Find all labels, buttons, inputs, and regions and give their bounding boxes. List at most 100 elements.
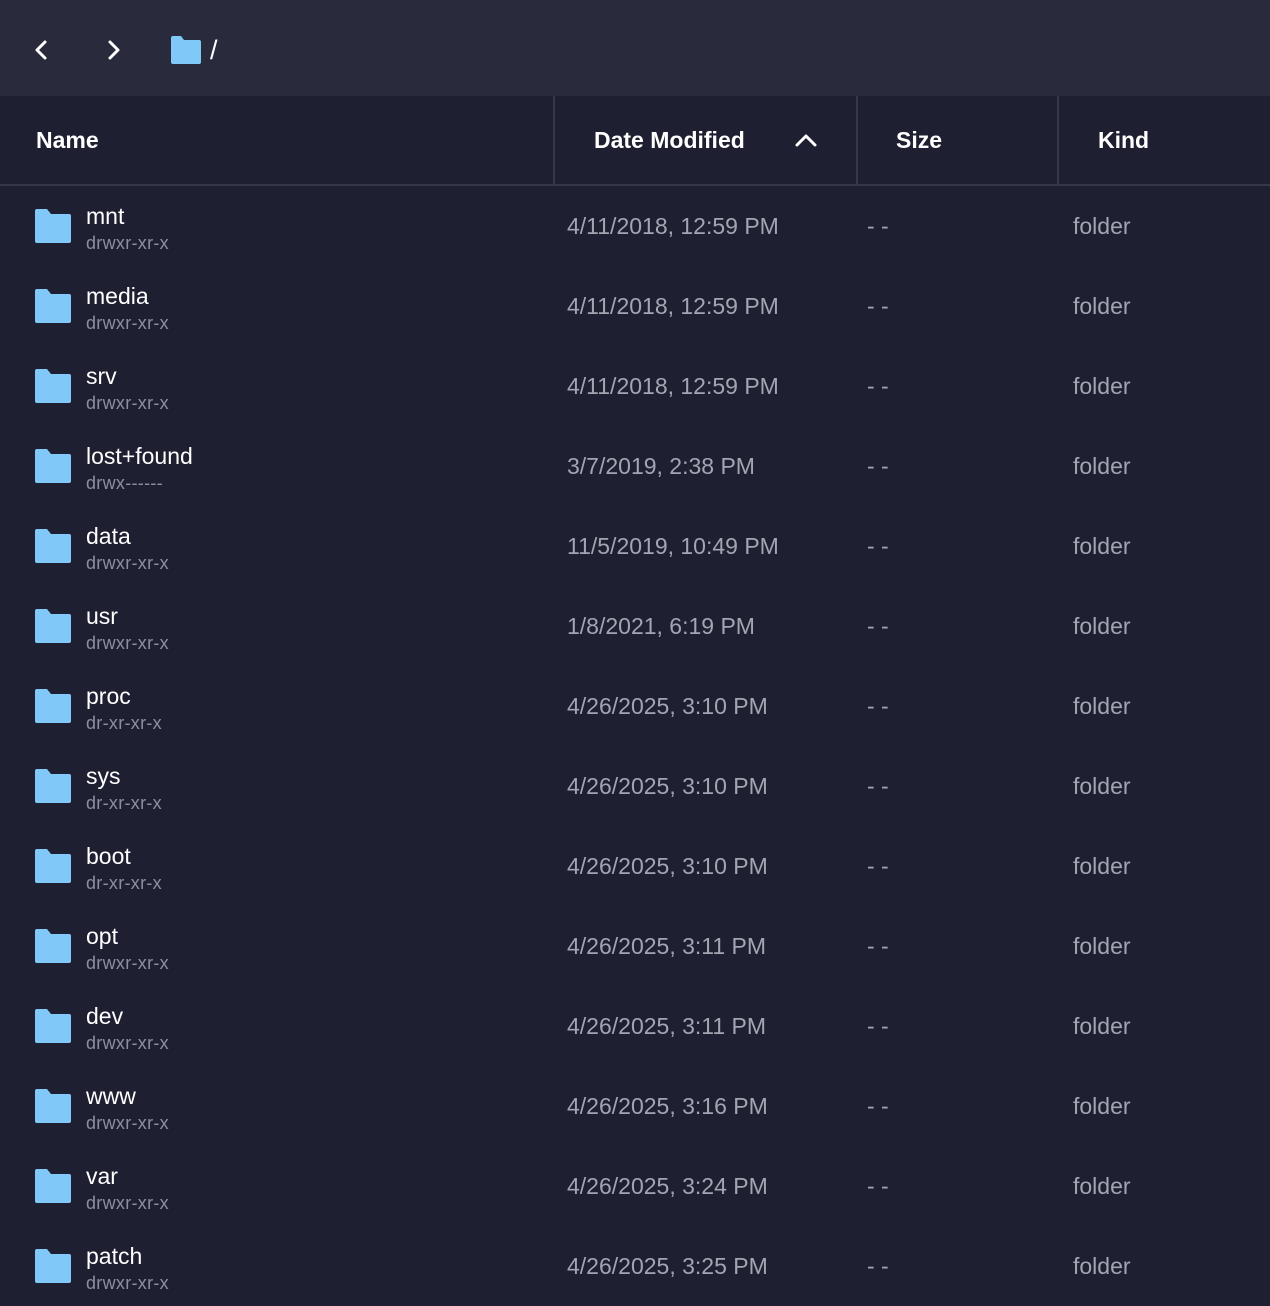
file-size: - - (867, 933, 889, 959)
folder-icon (35, 449, 71, 483)
chevron-right-icon (108, 40, 120, 60)
file-name: www (86, 1083, 136, 1109)
file-kind: folder (1073, 1013, 1131, 1039)
file-permissions: drwxr-xr-x (86, 233, 169, 253)
file-row[interactable]: mnt drwxr-xr-x 4/11/2018, 12:59 PM - - folde… (0, 186, 1270, 266)
file-size: - - (867, 533, 889, 559)
forward-button[interactable] (98, 34, 130, 66)
file-permissions: drwxr-xr-x (86, 393, 169, 413)
file-permissions: drwx------ (86, 473, 163, 493)
file-row[interactable]: lost+found drwx------ 3/7/2019, 2:38 PM - -… (0, 426, 1270, 506)
file-permissions: dr-xr-xr-x (86, 873, 162, 893)
file-row[interactable]: opt drwxr-xr-x 4/26/2025, 3:11 PM - - folder (0, 906, 1270, 986)
folder-icon (35, 209, 71, 243)
file-permissions: drwxr-xr-x (86, 633, 169, 653)
file-kind: folder (1073, 213, 1131, 239)
folder-icon (35, 929, 71, 963)
file-kind: folder (1073, 773, 1131, 799)
chevron-up-icon[interactable] (794, 130, 818, 150)
file-size: - - (867, 213, 889, 239)
file-size: - - (867, 373, 889, 399)
file-date-modified: 3/7/2019, 2:38 PM (567, 453, 755, 479)
back-button[interactable] (25, 34, 57, 66)
file-kind: folder (1073, 453, 1131, 479)
file-date-modified: 4/26/2025, 3:10 PM (567, 853, 768, 879)
file-size: - - (867, 1013, 889, 1039)
file-kind: folder (1073, 1093, 1131, 1119)
file-date-modified: 4/11/2018, 12:59 PM (567, 293, 779, 319)
file-size: - - (867, 293, 889, 319)
file-size: - - (867, 773, 889, 799)
file-row[interactable]: proc dr-xr-xr-x 4/26/2025, 3:10 PM - - folde… (0, 666, 1270, 746)
file-kind: folder (1073, 933, 1131, 959)
file-name: proc (86, 683, 131, 709)
file-name: patch (86, 1243, 143, 1269)
folder-icon (35, 1089, 71, 1123)
file-row[interactable]: media drwxr-xr-x 4/11/2018, 12:59 PM - - fol… (0, 266, 1270, 346)
file-name: mnt (86, 203, 125, 229)
column-divider[interactable] (856, 96, 858, 184)
chevron-left-icon (35, 40, 47, 60)
file-size: - - (867, 453, 889, 479)
folder-icon (35, 849, 71, 883)
file-name: lost+found (86, 443, 193, 469)
file-date-modified: 4/26/2025, 3:11 PM (567, 1013, 767, 1039)
file-permissions: drwxr-xr-x (86, 553, 169, 573)
file-name: opt (86, 923, 118, 949)
file-kind: folder (1073, 693, 1131, 719)
column-header-kind[interactable]: Kind (1098, 96, 1258, 184)
file-permissions: drwxr-xr-x (86, 1273, 169, 1293)
file-name: dev (86, 1003, 124, 1029)
file-name: srv (86, 363, 117, 389)
file-size: - - (867, 1253, 889, 1279)
column-header-name[interactable]: Name (36, 96, 536, 184)
file-date-modified: 4/26/2025, 3:16 PM (567, 1093, 768, 1119)
folder-icon (35, 369, 71, 403)
column-header-bar: Name Date Modified Size Kind (0, 96, 1270, 186)
file-row[interactable]: patch drwxr-xr-x 4/26/2025, 3:25 PM - - fold… (0, 1226, 1270, 1306)
file-date-modified: 4/26/2025, 3:10 PM (567, 773, 768, 799)
file-permissions: drwxr-xr-x (86, 313, 169, 333)
file-name: boot (86, 843, 131, 869)
file-permissions: drwxr-xr-x (86, 1033, 169, 1053)
file-date-modified: 4/26/2025, 3:11 PM (567, 933, 767, 959)
file-name: data (86, 523, 131, 549)
file-kind: folder (1073, 533, 1131, 559)
file-row[interactable]: usr drwxr-xr-x 1/8/2021, 6:19 PM - - folder (0, 586, 1270, 666)
file-date-modified: 4/26/2025, 3:10 PM (567, 693, 768, 719)
file-name: media (86, 283, 149, 309)
column-divider[interactable] (1057, 96, 1059, 184)
file-name: usr (86, 603, 118, 629)
folder-icon (35, 769, 71, 803)
file-row[interactable]: srv drwxr-xr-x 4/11/2018, 12:59 PM - - folde… (0, 346, 1270, 426)
file-row[interactable]: sys dr-xr-xr-x 4/26/2025, 3:10 PM - - folder (0, 746, 1270, 826)
file-date-modified: 4/11/2018, 12:59 PM (567, 373, 779, 399)
file-kind: folder (1073, 613, 1131, 639)
column-header-size[interactable]: Size (896, 96, 1046, 184)
file-permissions: dr-xr-xr-x (86, 713, 162, 733)
file-size: - - (867, 613, 889, 639)
file-kind: folder (1073, 1253, 1131, 1279)
file-date-modified: 11/5/2019, 10:49 PM (567, 533, 779, 559)
folder-icon (35, 289, 71, 323)
file-size: - - (867, 693, 889, 719)
folder-icon (35, 609, 71, 643)
column-divider[interactable] (553, 96, 555, 184)
file-row[interactable]: www drwxr-xr-x 4/26/2025, 3:16 PM - - folder (0, 1066, 1270, 1146)
file-row[interactable]: dev drwxr-xr-x 4/26/2025, 3:11 PM - - folder (0, 986, 1270, 1066)
path-folder-icon (171, 36, 201, 64)
file-row[interactable]: var drwxr-xr-x 4/26/2025, 3:24 PM - - folder (0, 1146, 1270, 1226)
folder-icon (35, 1009, 71, 1043)
file-kind: folder (1073, 293, 1131, 319)
file-permissions: drwxr-xr-x (86, 953, 169, 973)
folder-icon (35, 1169, 71, 1203)
file-name: sys (86, 763, 121, 789)
file-date-modified: 1/8/2021, 6:19 PM (567, 613, 755, 639)
file-permissions: drwxr-xr-x (86, 1113, 169, 1133)
file-row[interactable]: boot dr-xr-xr-x 4/26/2025, 3:10 PM - - folde… (0, 826, 1270, 906)
file-list: mnt drwxr-xr-x 4/11/2018, 12:59 PM - - folde… (0, 186, 1270, 1306)
current-path[interactable]: / (210, 34, 218, 66)
file-row[interactable]: data drwxr-xr-x 11/5/2019, 10:49 PM - - fold… (0, 506, 1270, 586)
file-date-modified: 4/26/2025, 3:24 PM (567, 1173, 768, 1199)
file-kind: folder (1073, 853, 1131, 879)
